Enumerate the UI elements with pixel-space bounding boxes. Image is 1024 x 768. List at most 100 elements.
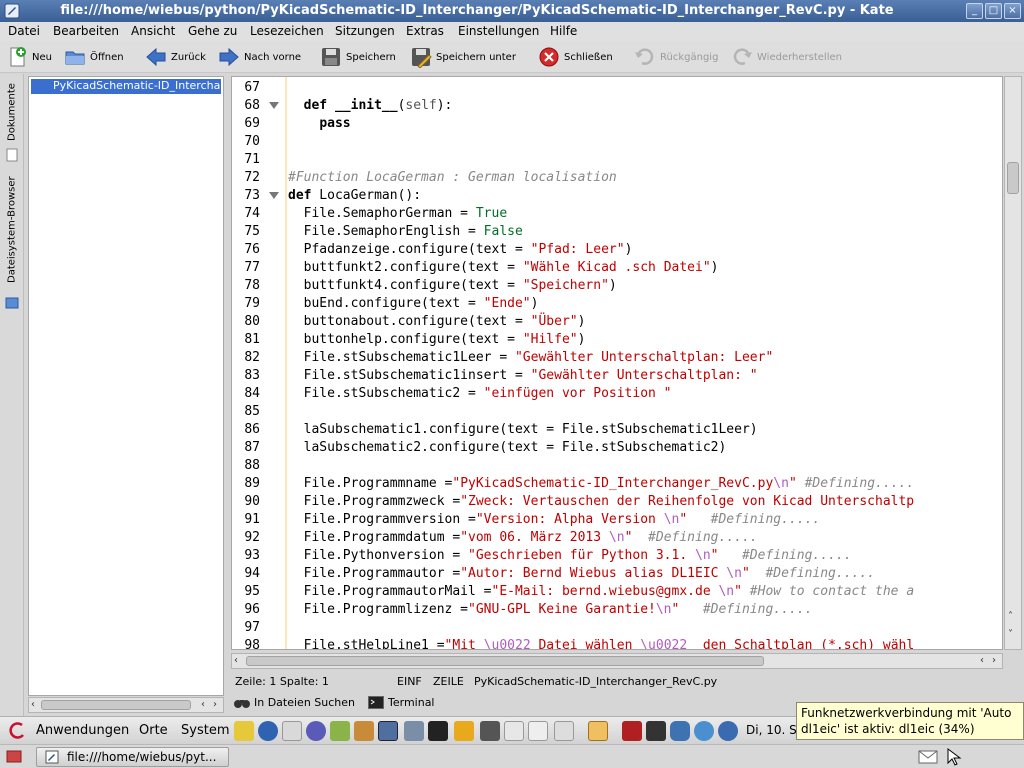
undo-button[interactable]: Rückgängig	[634, 45, 718, 69]
insert-mode[interactable]: EINF	[397, 675, 422, 688]
code-line[interactable]: 86 laSubschematic1.configure(text = File…	[232, 421, 1002, 439]
scroll-down-arrow-icon[interactable]: ˅	[1008, 629, 1013, 640]
chat-launcher-icon[interactable]	[306, 721, 326, 741]
scroll-left-arrow-icon[interactable]: ‹	[980, 655, 984, 666]
code-line[interactable]: 97	[232, 619, 1002, 637]
code-line[interactable]: 78 buttfunkt4.configure(text = "Speicher…	[232, 277, 1002, 295]
code-line[interactable]: 98 File.stHelpLine1 ="Mit \u0022 Datei w…	[232, 637, 1002, 649]
code-line[interactable]: 72 #Function LocaGerman : German localisa…	[232, 169, 1002, 187]
tab-documents[interactable]: Dokumente	[3, 78, 21, 146]
code-line[interactable]: 84 File.stSubschematic2 = "einfügen vor …	[232, 385, 1002, 403]
menu-sitzungen[interactable]: Sitzungen	[335, 24, 395, 38]
code-line[interactable]: 80 buttonabout.configure(text = "Über")	[232, 313, 1002, 331]
scroll-up-arrow-icon[interactable]: ˄	[1008, 611, 1013, 622]
taskbar-window-button[interactable]: file:///home/wiebus/pyt...	[36, 747, 229, 767]
kicad-launcher-icon[interactable]	[588, 721, 608, 741]
lock-launcher-icon[interactable]	[454, 721, 474, 741]
notes-launcher-icon[interactable]	[528, 721, 548, 741]
maximize-button[interactable]: □	[985, 3, 1002, 19]
kate-launcher-icon[interactable]	[404, 721, 424, 741]
code-line[interactable]: 77 buttfunkt2.configure(text = "Wähle Ki…	[232, 259, 1002, 277]
code-line[interactable]: 75 File.SemaphorEnglish = False	[232, 223, 1002, 241]
calculator-launcher-icon[interactable]	[480, 721, 500, 741]
menu-applications[interactable]: Anwendungen	[36, 723, 129, 738]
menu-ansicht[interactable]: Ansicht	[131, 24, 175, 38]
component-launcher-icon[interactable]	[646, 721, 666, 741]
code-line[interactable]: 90 File.Programmzweck ="Zweck: Vertausch…	[232, 493, 1002, 511]
new-button[interactable]: Neu	[6, 45, 52, 69]
save-button[interactable]: Speichern	[320, 45, 396, 69]
code-line[interactable]: 76 Pfadanzeige.configure(text = "Pfad: L…	[232, 241, 1002, 259]
fold-marker-icon[interactable]	[269, 102, 279, 109]
tool-launcher-icon[interactable]	[622, 721, 642, 741]
code-line[interactable]: 74 File.SemaphorGerman = True	[232, 205, 1002, 223]
code-line[interactable]: 83 File.stSubschematic1insert = "Gewählt…	[232, 367, 1002, 385]
open-button[interactable]: Öffnen	[64, 45, 124, 69]
game-launcher-icon[interactable]	[330, 721, 350, 741]
code-line[interactable]: 89 File.Programmname ="PyKicadSchematic-…	[232, 475, 1002, 493]
screenshot-launcher-icon[interactable]	[378, 721, 398, 741]
terminal-tab[interactable]: Terminal	[368, 696, 435, 709]
debian-swirl-icon[interactable]	[8, 721, 28, 741]
mail-tray-icon[interactable]	[918, 749, 938, 765]
terminal-launcher-icon[interactable]	[428, 721, 448, 741]
tab-filesystem-browser[interactable]: Dateisystem-Browser	[3, 166, 21, 294]
code-editor[interactable]: 67 68 def __init__(self): 69 pass 70 71 72 #Fu…	[231, 76, 1003, 650]
code-line[interactable]: 88	[232, 457, 1002, 475]
menu-system[interactable]: System	[181, 723, 229, 738]
back-button[interactable]: Zurück	[145, 45, 206, 69]
code-line[interactable]: 91 File.Programmversion ="Version: Alpha…	[232, 511, 1002, 529]
forward-button[interactable]: Nach vorne	[218, 45, 301, 69]
code-line[interactable]: 73 def LocaGerman():	[232, 187, 1002, 205]
tex-launcher-icon[interactable]	[554, 721, 574, 741]
code-line[interactable]: 69 pass	[232, 115, 1002, 133]
editor-horizontal-scrollbar[interactable]: ‹ ‹ ›	[231, 653, 1003, 669]
code-line[interactable]: 70	[232, 133, 1002, 151]
menu-hilfe[interactable]: Hilfe	[550, 24, 577, 38]
code-line[interactable]: 79 buEnd.configure(text = "Ende")	[232, 295, 1002, 313]
scrollbar-thumb[interactable]	[1007, 162, 1019, 194]
scroll-left-arrow-icon[interactable]: ‹	[234, 655, 238, 666]
code-line[interactable]: 68 def __init__(self):	[232, 97, 1002, 115]
python-launcher-icon[interactable]	[670, 721, 690, 741]
show-desktop-icon[interactable]	[6, 749, 22, 765]
code-line[interactable]: 67	[232, 79, 1002, 97]
menu-einstellungen[interactable]: Einstellungen	[458, 24, 539, 38]
scrollbar-thumb[interactable]	[246, 656, 764, 666]
code-line[interactable]: 93 File.Pythonversion = "Geschrieben für…	[232, 547, 1002, 565]
code-line[interactable]: 71	[232, 151, 1002, 169]
bird-launcher-icon[interactable]	[718, 721, 738, 741]
title-bar[interactable]: file:///home/wiebus/python/PyKicadSchema…	[0, 0, 1024, 22]
code-line[interactable]: 94 File.Programmautor ="Autor: Bernd Wie…	[232, 565, 1002, 583]
minimize-button[interactable]: _	[966, 3, 983, 19]
menu-extras[interactable]: Extras	[406, 24, 444, 38]
code-line[interactable]: 87 laSubschematic2.configure(text = File…	[232, 439, 1002, 457]
code-line[interactable]: 82 File.stSubschematic1Leer = "Gewählter…	[232, 349, 1002, 367]
mail-launcher-icon[interactable]	[282, 721, 302, 741]
menu-places[interactable]: Orte	[139, 723, 168, 738]
menu-lesezeichen[interactable]: Lesezeichen	[250, 24, 324, 38]
code-line[interactable]: 81 buttonhelp.configure(text = "Hilfe")	[232, 331, 1002, 349]
code-line[interactable]: 92 File.Programmdatum ="vom 06. März 201…	[232, 529, 1002, 547]
close-document-button[interactable]: Schließen	[538, 45, 613, 69]
text-editor-launcher-icon[interactable]	[234, 721, 254, 741]
scroll-right-arrow-icon[interactable]: ›	[992, 655, 996, 666]
code-line[interactable]: 95 File.ProgrammautorMail ="E-Mail: bern…	[232, 583, 1002, 601]
editor-vertical-scrollbar[interactable]: ˄ ˅	[1004, 76, 1022, 650]
code-line[interactable]: 85	[232, 403, 1002, 421]
selection-mode[interactable]: ZEILE	[433, 675, 464, 688]
find-in-files-tab[interactable]: In Dateien Suchen	[234, 696, 355, 709]
clock[interactable]: Di, 10. S	[746, 723, 797, 737]
writer-launcher-icon[interactable]	[504, 721, 524, 741]
save-as-button[interactable]: Speichern unter	[410, 45, 516, 69]
menu-bearbeiten[interactable]: Bearbeiten	[53, 24, 119, 38]
menu-gehe-zu[interactable]: Gehe zu	[188, 24, 237, 38]
document-item[interactable]: PyKicadSchematic-ID_Interchanger_RevC.py	[31, 79, 221, 94]
close-window-button[interactable]: ×	[1004, 3, 1021, 19]
redo-button[interactable]: Wiederherstellen	[731, 45, 842, 69]
menu-datei[interactable]: Datei	[8, 24, 40, 38]
gimp-launcher-icon[interactable]	[354, 721, 374, 741]
browser-launcher-icon[interactable]	[258, 721, 278, 741]
fold-marker-icon[interactable]	[269, 192, 279, 199]
code-line[interactable]: 96 File.Programmlizenz ="GNU-GPL Keine G…	[232, 601, 1002, 619]
